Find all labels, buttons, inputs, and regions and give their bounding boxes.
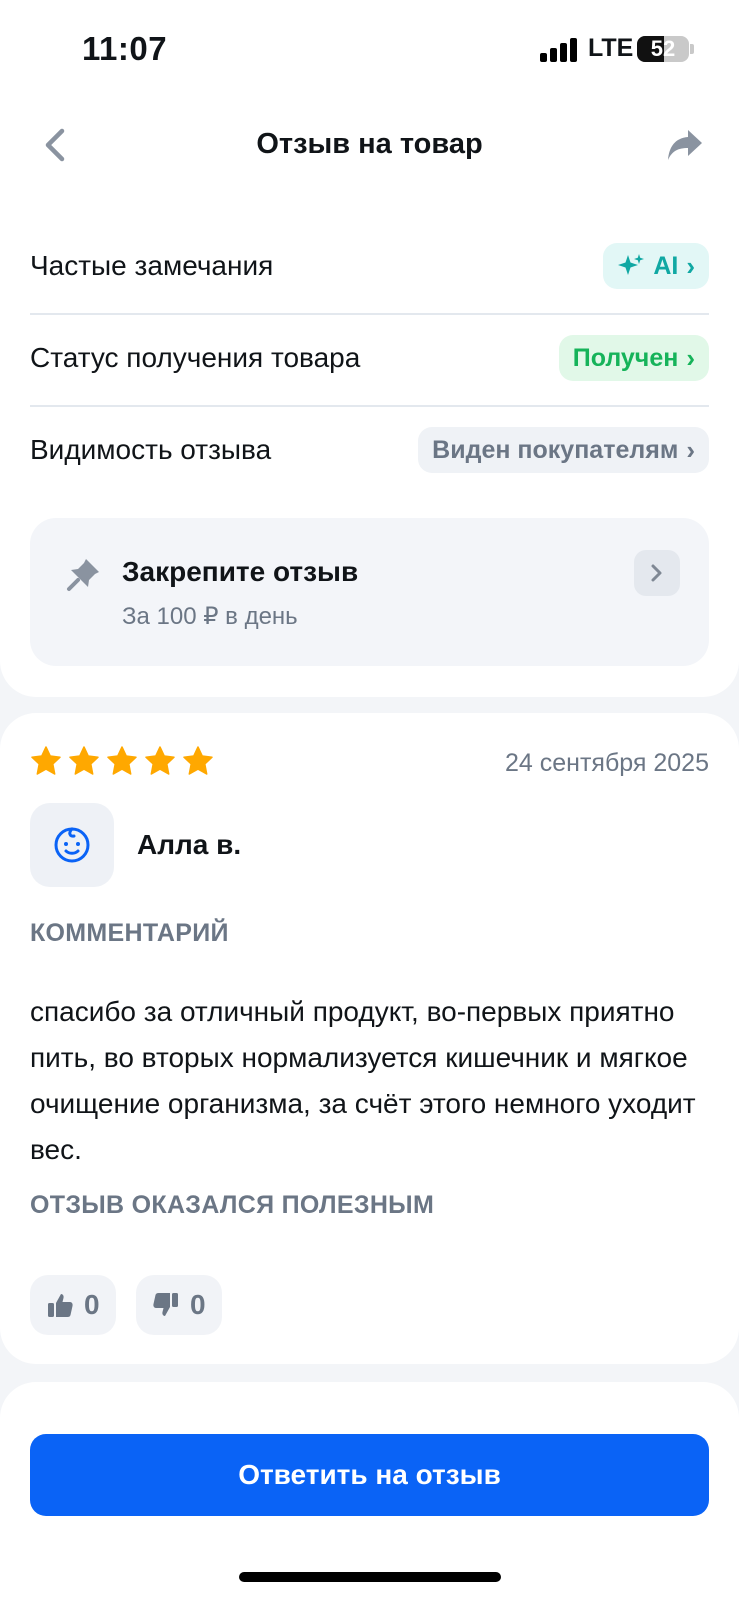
chevron-right-icon: ›: [686, 435, 695, 465]
helpful-label: ОТЗЫВ ОКАЗАЛСЯ ПОЛЕЗНЫМ: [30, 1191, 435, 1219]
pin-chevron-button[interactable]: [634, 550, 680, 596]
rating-stars: [30, 745, 214, 777]
row-frequent-remarks[interactable]: Частые замечания AI ›: [30, 220, 709, 312]
star-icon: [69, 746, 99, 775]
star-icon: [183, 746, 213, 775]
status-bar: 11:07 LTE 52: [0, 0, 739, 100]
row-label: Статус получения товара: [30, 342, 361, 373]
share-button[interactable]: [660, 120, 710, 170]
avatar: [30, 803, 114, 887]
dislike-count: 0: [190, 1289, 206, 1320]
thumbs-down-icon: [153, 1293, 178, 1316]
star-icon: [107, 746, 137, 775]
network-type: LTE: [588, 34, 634, 62]
like-count: 0: [84, 1289, 100, 1320]
row-review-visibility[interactable]: Видимость отзыва Виден покупателям ›: [30, 404, 709, 496]
dislike-button[interactable]: 0: [136, 1275, 222, 1335]
row-receipt-status[interactable]: Статус получения товара Получен ›: [30, 312, 709, 404]
review-date: 24 сентября 2025: [505, 749, 709, 777]
review-comment: спасибо за отличный продукт, во-первых п…: [30, 996, 696, 1165]
page-title: Отзыв на товар: [256, 128, 483, 160]
visibility-badge[interactable]: Виден покупателям ›: [418, 427, 709, 473]
author-name: Алла в.: [137, 829, 242, 860]
chevron-right-icon: ›: [686, 251, 695, 281]
ai-badge-button[interactable]: AI ›: [603, 243, 709, 289]
ai-label: AI: [653, 251, 679, 280]
battery-icon: 52: [637, 36, 689, 62]
nav-bar: Отзыв на товар: [0, 110, 739, 180]
pin-title: Закрепите отзыв: [122, 556, 359, 587]
status-time: 11:07: [82, 30, 168, 67]
row-label: Видимость отзыва: [30, 434, 272, 465]
reply-button[interactable]: Ответить на отзыв: [30, 1434, 709, 1516]
star-icon: [31, 746, 61, 775]
status-badge[interactable]: Получен ›: [558, 335, 709, 381]
comment-label: КОММЕНТАРИЙ: [30, 919, 229, 947]
pin-icon: [67, 559, 99, 591]
battery-level: 52: [650, 36, 676, 61]
chevron-right-icon: [651, 564, 662, 582]
signal-icon: [540, 38, 578, 62]
thumbs-up-icon: [48, 1294, 73, 1317]
star-icon: [145, 746, 175, 775]
review-card: 24 сентября 2025 Алла в. КОММЕНТАРИЙ спа…: [0, 713, 739, 1364]
like-button[interactable]: 0: [30, 1275, 116, 1335]
baby-face-icon: [54, 827, 90, 863]
share-icon: [668, 130, 702, 160]
pin-subtitle: За 100 ₽ в день: [122, 603, 298, 630]
row-label: Частые замечания: [30, 250, 274, 281]
visibility-label: Виден покупателям: [432, 435, 679, 464]
sparkle-icon: [618, 254, 645, 275]
status-label: Получен: [572, 343, 679, 372]
chevron-right-icon: ›: [686, 343, 695, 373]
battery-nub: [690, 44, 694, 54]
pin-review-card[interactable]: Закрепите отзыв За 100 ₽ в день: [30, 518, 709, 666]
home-indicator: [239, 1572, 501, 1582]
